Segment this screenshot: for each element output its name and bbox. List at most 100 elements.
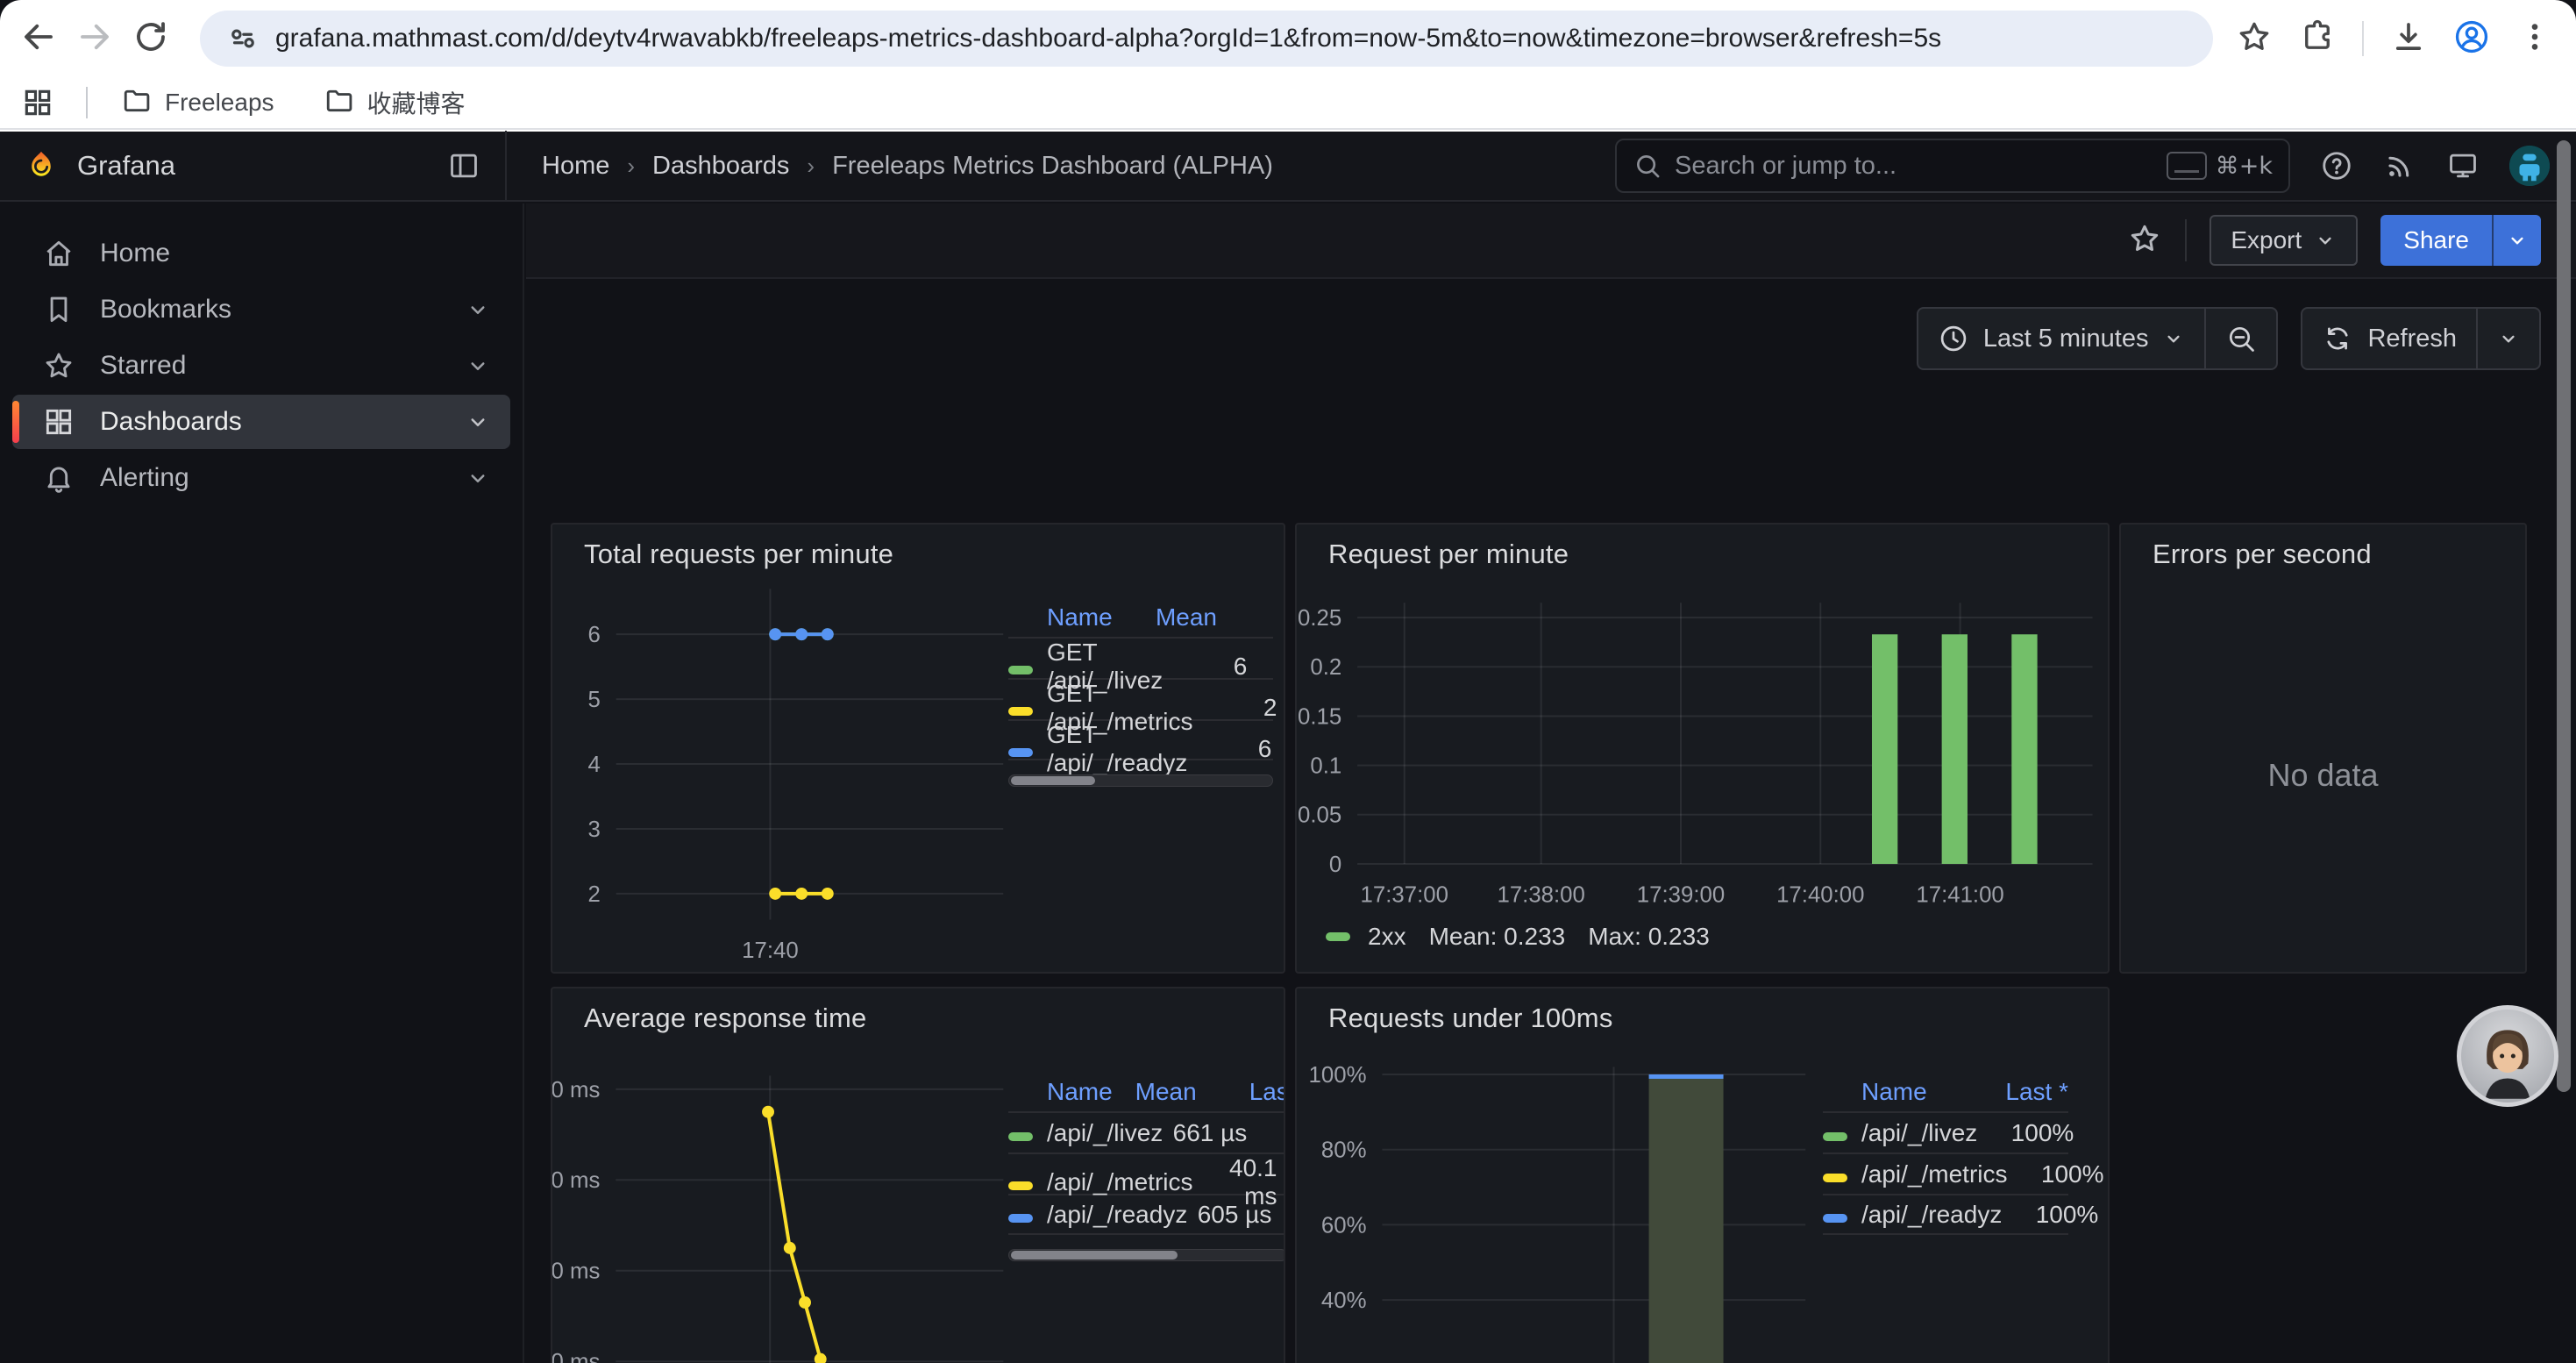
- legend-column-header[interactable]: Mean: [1113, 1078, 1197, 1106]
- panel-request-per-minute[interactable]: 00.050.10.150.20.2517:37:0017:38:0017:39…: [1295, 523, 2110, 974]
- legend-row[interactable]: /api/_/metrics100%: [1823, 1152, 2068, 1194]
- chevron-down-icon[interactable]: [465, 409, 491, 435]
- legend-series-name: /api/_/metrics: [1047, 1168, 1193, 1196]
- panel-requests-under-100ms[interactable]: 0%20%40%60%80%100%17:40 Requests under 1…: [1295, 987, 2110, 1363]
- legend-column-header[interactable]: Last *: [1972, 1078, 2068, 1106]
- refresh-button[interactable]: Refresh: [2302, 309, 2476, 368]
- user-avatar[interactable]: [2509, 146, 2550, 186]
- chevron-down-icon[interactable]: [465, 353, 491, 379]
- sidebar-item-label: Alerting: [100, 463, 189, 493]
- legend-row[interactable]: /api/_/readyz605 µs620: [1008, 1194, 1285, 1235]
- export-button[interactable]: Export: [2210, 215, 2358, 266]
- legend-column-header[interactable]: Las: [1197, 1078, 1285, 1106]
- legend-scrollbar-thumb[interactable]: [1011, 1251, 1178, 1260]
- browser-chrome: grafana.mathmast.com/d/deytv4rwavabkb/fr…: [0, 0, 2576, 132]
- bookmark-folder-freeleaps[interactable]: Freeleaps: [121, 84, 274, 122]
- legend-series-name: /api/_/readyz: [1861, 1201, 2002, 1229]
- legend-row[interactable]: /api/_/livez661 µs646: [1008, 1111, 1285, 1152]
- legend-value: 2: [1192, 694, 1277, 722]
- panel-total-requests-per-minute[interactable]: 2345617:40 Total requests per minute Nam…: [551, 523, 1285, 974]
- breadcrumb-home[interactable]: Home: [542, 152, 609, 181]
- sidebar-item-alerting[interactable]: Alerting: [12, 451, 510, 505]
- sidebar-item-starred[interactable]: Starred: [12, 339, 510, 393]
- browser-reload-button[interactable]: [123, 11, 179, 67]
- chevron-down-icon[interactable]: [465, 465, 491, 491]
- browser-toolbar-actions: [2236, 18, 2576, 60]
- legend-row[interactable]: /api/_/livez100%: [1823, 1111, 2068, 1152]
- site-settings-icon[interactable]: [226, 22, 260, 55]
- legend-row[interactable]: GET /api/_/metrics2: [1008, 678, 1273, 719]
- monitor-icon[interactable]: [2446, 149, 2480, 182]
- svg-text:17:38:00: 17:38:00: [1498, 883, 1585, 908]
- legend-scrollbar[interactable]: [1008, 1249, 1285, 1261]
- panel-title[interactable]: Errors per second: [2153, 539, 2372, 570]
- legend-value: 620: [1271, 1201, 1285, 1229]
- grafana-brand[interactable]: Grafana: [0, 149, 175, 182]
- bookmark-folder-label: Freeleaps: [165, 89, 274, 117]
- panel-title[interactable]: Requests under 100ms: [1328, 1003, 1613, 1034]
- legend-scrollbar-thumb[interactable]: [1011, 776, 1095, 785]
- legend-row[interactable]: /api/_/readyz100%: [1823, 1194, 2068, 1235]
- search-input[interactable]: Search or jump to... ⌘+k: [1615, 139, 2290, 193]
- breadcrumb-dashboards[interactable]: Dashboards: [652, 152, 789, 181]
- sidebar-item-dashboards[interactable]: Dashboards: [12, 395, 510, 449]
- refresh-interval-caret[interactable]: [2476, 309, 2539, 368]
- header-divider: [505, 131, 507, 201]
- refresh-button-label: Refresh: [2367, 325, 2457, 353]
- panel-errors-per-second[interactable]: Errors per second No data: [2119, 523, 2527, 974]
- sidebar-item-label: Starred: [100, 351, 186, 381]
- panel-title[interactable]: Average response time: [584, 1003, 866, 1034]
- svg-text:0.05: 0.05: [1298, 803, 1341, 828]
- panel-title[interactable]: Total requests per minute: [584, 539, 893, 570]
- series-swatch: [1823, 1132, 1847, 1141]
- sidebar-toggle-icon[interactable]: [447, 149, 480, 182]
- bookmark-folder-label: 收藏博客: [367, 85, 466, 120]
- address-bar[interactable]: grafana.mathmast.com/d/deytv4rwavabkb/fr…: [200, 11, 2213, 67]
- svg-text:40%: 40%: [1321, 1288, 1367, 1313]
- bookmark-star-icon[interactable]: [2236, 18, 2273, 60]
- svg-text:6: 6: [587, 623, 600, 647]
- svg-text:60 ms: 60 ms: [552, 1168, 600, 1193]
- share-button[interactable]: Share: [2380, 215, 2492, 266]
- browser-menu-icon[interactable]: [2516, 18, 2553, 60]
- panel-legend[interactable]: 2xx Mean: 0.233 Max: 0.233: [1326, 923, 1710, 951]
- legend-column-header[interactable]: Mean: [1133, 603, 1217, 632]
- share-menu-caret[interactable]: [2492, 215, 2541, 266]
- legend-row[interactable]: /api/_/metrics40.1 ms20.5 r: [1008, 1152, 1285, 1194]
- bookmark-folder-blogs[interactable]: 收藏博客: [324, 84, 466, 122]
- svg-text:60%: 60%: [1321, 1213, 1367, 1238]
- sidebar-item-bookmarks[interactable]: Bookmarks: [12, 282, 510, 337]
- zoom-out-icon: [2225, 323, 2257, 354]
- downloads-icon[interactable]: [2390, 18, 2427, 60]
- browser-back-button[interactable]: [11, 11, 67, 67]
- favorite-star-icon[interactable]: [2127, 221, 2162, 260]
- legend-column-header[interactable]: Name: [1861, 1078, 1972, 1106]
- zoom-out-button[interactable]: [2204, 309, 2276, 368]
- panel-title[interactable]: Request per minute: [1328, 539, 1569, 570]
- svg-text:17:37:00: 17:37:00: [1361, 883, 1448, 908]
- bell-icon: [42, 461, 75, 495]
- page-scrollbar[interactable]: [2557, 140, 2571, 1092]
- legend-scrollbar[interactable]: [1008, 774, 1273, 787]
- browser-forward-button[interactable]: [67, 11, 123, 67]
- chevron-down-icon: [2506, 229, 2529, 252]
- profile-icon[interactable]: [2453, 18, 2490, 60]
- help-icon[interactable]: [2320, 149, 2353, 182]
- news-rss-icon[interactable]: [2383, 149, 2416, 182]
- time-range-picker[interactable]: Last 5 minutes: [1918, 309, 2205, 368]
- legend-column-header[interactable]: Name: [1047, 1078, 1113, 1106]
- legend-row[interactable]: GET /api/_/readyz6: [1008, 719, 1273, 760]
- sidebar-item-home[interactable]: Home: [12, 226, 510, 281]
- active-indicator: [12, 289, 19, 331]
- legend-column-header[interactable]: Name: [1047, 603, 1133, 632]
- assistant-avatar[interactable]: [2457, 1005, 2558, 1107]
- panel-average-response-time[interactable]: 0 s20 ms40 ms60 ms80 ms17:40 Average res…: [551, 987, 1285, 1363]
- svg-text:17:40:00: 17:40:00: [1776, 883, 1864, 908]
- legend-value: 646: [1247, 1119, 1285, 1147]
- export-button-label: Export: [2231, 226, 2302, 254]
- breadcrumb-separator: ›: [627, 153, 635, 180]
- chevron-down-icon[interactable]: [465, 296, 491, 323]
- apps-grid-icon[interactable]: [21, 86, 54, 119]
- extensions-icon[interactable]: [2299, 18, 2336, 60]
- legend-row[interactable]: GET /api/_/livez6: [1008, 637, 1273, 678]
